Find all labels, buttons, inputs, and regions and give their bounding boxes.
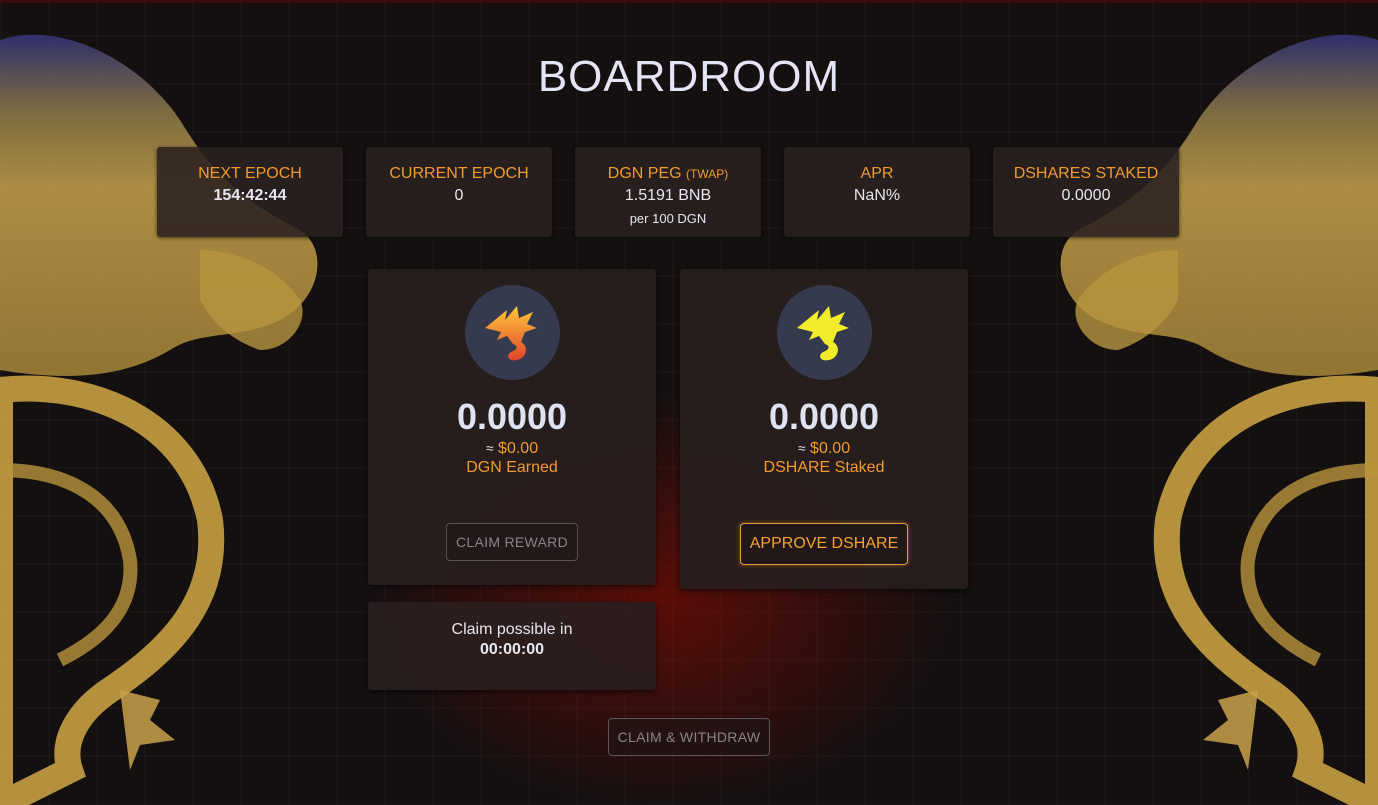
claim-reward-button[interactable]: CLAIM REWARD	[446, 523, 578, 561]
stat-value: 154:42:44	[213, 187, 287, 204]
approx-sign: ≈	[797, 440, 806, 456]
usd-value: $0.00	[498, 440, 539, 457]
page-title: BOARDROOM	[537, 52, 841, 101]
claim-timer-value: 00:00:00	[479, 641, 545, 658]
stat-label: CURRENT EPOCH	[389, 165, 529, 182]
earned-caption: DGN Earned	[466, 459, 558, 476]
usd-value: $0.00	[810, 440, 851, 457]
stat-current-epoch: CURRENT EPOCH 0	[366, 147, 552, 237]
stat-next-epoch: NEXT EPOCH 154:42:44	[157, 147, 343, 237]
earned-amount: 0.0000	[456, 396, 568, 437]
earned-usd: ≈ $0.00	[368, 440, 656, 458]
yellow-dragon-icon	[776, 285, 872, 380]
stat-dgn-peg: DGN PEG (TWAP) 1.5191 BNB per 100 DGN	[575, 147, 761, 237]
stat-value: NaN%	[853, 187, 901, 204]
stat-label: APR	[860, 165, 894, 182]
stat-subtext: per 100 DGN	[629, 211, 707, 226]
approx-sign: ≈	[485, 440, 494, 456]
orange-dragon-icon	[464, 285, 560, 380]
dgn-earned-card: 0.0000 ≈ $0.00 DGN Earned CLAIM REWARD	[368, 269, 656, 585]
dshare-staked-card: 0.0000 ≈ $0.00 DSHARE Staked APPROVE DSH…	[680, 269, 968, 589]
stat-apr: APR NaN%	[784, 147, 970, 237]
stat-dshares-staked: DSHARES STAKED 0.0000	[993, 147, 1179, 237]
top-border	[0, 0, 1378, 3]
left-dragon-decoration	[0, 34, 318, 805]
staked-amount: 0.0000	[768, 396, 880, 437]
stat-value: 0.0000	[1061, 187, 1111, 204]
stat-label-main: DGN PEG	[607, 165, 682, 182]
stat-label: DSHARES STAKED	[1013, 165, 1159, 182]
right-dragon-decoration	[1060, 34, 1378, 805]
claim-timer-card: Claim possible in 00:00:00	[368, 602, 656, 690]
claim-timer-label: Claim possible in	[451, 621, 573, 638]
approve-dshare-button[interactable]: APPROVE DSHARE	[739, 523, 909, 565]
stat-label-small: (TWAP)	[686, 167, 729, 181]
footer-actions: CLAIM & WITHDRAW	[0, 718, 1378, 756]
stat-value: 0	[454, 187, 464, 204]
staked-caption: DSHARE Staked	[763, 459, 885, 476]
stat-value: 1.5191 BNB	[624, 187, 712, 204]
stat-label: NEXT EPOCH	[198, 165, 302, 182]
stat-label: DGN PEG (TWAP)	[575, 165, 761, 183]
staked-usd: ≈ $0.00	[680, 440, 968, 458]
claim-withdraw-button[interactable]: CLAIM & WITHDRAW	[607, 718, 771, 756]
